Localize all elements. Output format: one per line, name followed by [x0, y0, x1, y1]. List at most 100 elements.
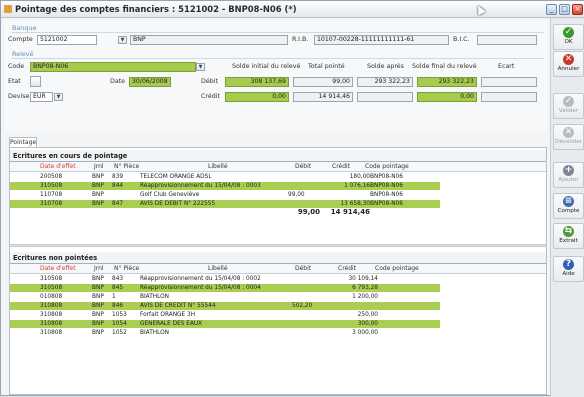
credit-solde-initial: 0,00 [225, 92, 289, 102]
help-icon: ? [563, 259, 574, 270]
credit-ecart [481, 92, 537, 102]
devise-dropdown-button[interactable]: ▼ [54, 93, 63, 101]
cell-credit: 1 200,00 [352, 294, 378, 300]
table-row[interactable]: 200508 BNP 839 TELECOM ORANGE ADSL 180,00 BNP… [10, 173, 440, 181]
cell-piece: 1054 [112, 321, 127, 327]
cell-libelle: Forfait ORANGE 3H [140, 312, 196, 318]
splitter[interactable] [10, 244, 546, 247]
sidebar-button-label: Valider [558, 108, 579, 114]
sidebar-button-label: Ajouter [558, 177, 579, 183]
cell-libelle: AVIS DE DEBIT N° 222555 [140, 201, 216, 207]
cell-date: 310508 [40, 183, 63, 189]
cell-jrnl: BNP [92, 330, 104, 336]
cell-date: 310508 [40, 285, 63, 291]
table-row[interactable]: 110708 BNP Golf Club Geneviève 99,00 BNP08-N… [10, 191, 440, 199]
validate-icon: ✓ [563, 96, 574, 107]
table-row[interactable]: 310808 BNP 1052 BIATHLON 3 000,00 [10, 329, 440, 337]
cell-piece: 1 [112, 294, 116, 300]
aide-button[interactable]: ? Aide [553, 256, 584, 282]
devise-input[interactable]: EUR [30, 92, 53, 102]
etat-checkbox[interactable] [30, 76, 41, 87]
cell-code-pointage: BNP08-N06 [370, 174, 403, 180]
cell-jrnl: BNP [92, 321, 104, 327]
col-libelle[interactable]: Libellé [208, 163, 228, 170]
close-button[interactable]: × [572, 4, 583, 15]
rib-label: R.I.B. [292, 36, 309, 43]
compte-input[interactable]: 5121002 [37, 35, 97, 45]
col-date-effet[interactable]: Date d'effet [40, 163, 76, 170]
code-label: Code [8, 63, 25, 70]
col-piece[interactable]: N° Pièce [114, 163, 139, 170]
check-icon: ✓ [563, 27, 574, 38]
col-jrnl[interactable]: Jrnl [94, 163, 104, 170]
title-bar: Pointage des comptes financiers : 512100… [1, 1, 584, 18]
cell-date: 310708 [40, 201, 63, 207]
col-solde-apres-header: Solde après [367, 63, 404, 70]
bic-field [477, 35, 537, 45]
table-row[interactable]: 310708 BNP 847 AVIS DE DEBIT N° 222555 13 65… [10, 200, 440, 208]
col-solde-final-header: Solde final du relevé [412, 63, 477, 70]
annuler-button[interactable]: ✕ Annuler [553, 51, 584, 77]
table-row[interactable]: 310508 BNP 844 Réapprovisionnement du 15/04… [10, 182, 440, 190]
credit-solde-apres [357, 92, 413, 102]
non-pointees-column-header: Date d'effet Jrnl N° Pièce Libellé Débit… [10, 264, 546, 274]
en-cours-totals: 99,00 14 914,46 [10, 208, 440, 216]
cell-code-pointage: BNP08-N06 [370, 201, 403, 207]
minimize-button[interactable]: _ [546, 4, 557, 15]
cell-debit: 99,00 [288, 192, 305, 198]
code-dropdown-button[interactable]: ▼ [196, 63, 205, 71]
col-credit[interactable]: Crédit [332, 163, 350, 170]
col-code-pointage[interactable]: Code pointage [375, 265, 419, 272]
table-row[interactable]: 310808 BNP 1053 Forfait ORANGE 3H 250,00 [10, 311, 440, 319]
col-ecart-header: Ecart [498, 63, 515, 70]
etat-label: Etat [8, 78, 21, 85]
col-debit[interactable]: Débit [295, 163, 311, 170]
cell-piece: 1053 [112, 312, 127, 318]
cell-libelle: Réapprovisionnement du 15/04/08 : 0004 [140, 285, 261, 291]
table-row[interactable]: 310508 BNP 843 Réapprovisionnement du 15/04… [10, 275, 440, 283]
bank-name-field: BNP [130, 35, 288, 45]
col-piece[interactable]: N° Pièce [114, 265, 139, 272]
col-debit[interactable]: Débit [295, 265, 311, 272]
credit-solde-final[interactable]: 0,00 [417, 92, 477, 102]
col-jrnl[interactable]: Jrnl [94, 265, 104, 272]
table-row[interactable]: 310808 BNP 846 AVIS DE CREDIT N° 55544 502,2… [10, 302, 440, 310]
date-releve-input[interactable]: 30/06/2008 [129, 77, 171, 87]
ok-button[interactable]: ✓ OK [553, 24, 584, 50]
debit-solde-apres: 293 322,23 [357, 77, 413, 87]
ajouter-button[interactable]: + Ajouter [553, 162, 584, 188]
cell-jrnl: BNP [92, 303, 104, 309]
cell-piece: 843 [112, 276, 124, 282]
cell-libelle: BIATHLON [140, 330, 170, 336]
cell-piece: 846 [112, 303, 124, 309]
col-date-effet[interactable]: Date d'effet [40, 265, 76, 272]
extrait-button[interactable]: ⇆ Extrait [553, 223, 584, 249]
col-code-pointage[interactable]: Code pointage [365, 163, 409, 170]
add-icon: + [563, 165, 574, 176]
pointage-grid-area: Ecritures en cours de pointage Date d'ef… [9, 147, 547, 395]
compte-dropdown-button[interactable]: ▼ [118, 36, 127, 44]
table-row[interactable]: 310808 BNP 1054 GENERALE DES EAUX 300,00 [10, 320, 440, 328]
cell-date: 310808 [40, 321, 63, 327]
cell-libelle: Réapprovisionnement du 15/04/08 : 0003 [140, 183, 261, 189]
dvalider-button[interactable]: ✕ Dévalider [553, 124, 584, 150]
cell-credit: 1 076,16 [344, 183, 370, 189]
code-releve-input[interactable]: BNP08-N06 [30, 62, 196, 72]
valider-button[interactable]: ✓ Valider [553, 93, 584, 119]
banque-section-label: Banque [12, 24, 37, 32]
account-icon: ≡ [563, 196, 574, 207]
maximize-button[interactable]: □ [559, 4, 570, 15]
cell-libelle: Réapprovisionnement du 15/04/08 : 0002 [140, 276, 261, 282]
cell-libelle: Golf Club Geneviève [140, 192, 200, 198]
col-solde-initial-header: Solde initial du relevé [232, 63, 301, 70]
table-row[interactable]: 310508 BNP 845 Réapprovisionnement du 15/04… [10, 284, 440, 292]
col-credit[interactable]: Crédit [338, 265, 356, 272]
debit-solde-final[interactable]: 293 322,23 [417, 77, 477, 87]
table-row[interactable]: 010808 BNP 1 BIATHLON 1 200,00 [10, 293, 440, 301]
devise-label: Devise [8, 93, 30, 100]
compte-button[interactable]: ≡ Compte [553, 193, 584, 219]
cell-piece: 844 [112, 183, 124, 189]
col-libelle[interactable]: Libellé [208, 265, 228, 272]
releve-section-label: Relevé [12, 50, 34, 58]
bic-label: B.I.C. [453, 36, 470, 43]
